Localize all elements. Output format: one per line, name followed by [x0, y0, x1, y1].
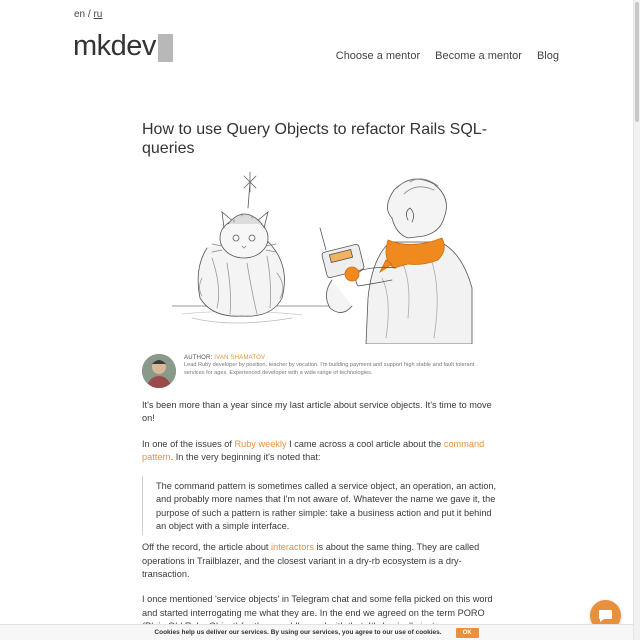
- author-bio: Lead Ruby developer by position, teacher…: [184, 362, 475, 376]
- nav-become-mentor[interactable]: Become a mentor: [435, 50, 522, 62]
- lang-en-link[interactable]: en: [74, 9, 85, 20]
- paragraph-interactors: Off the record, the article about intera…: [142, 541, 498, 581]
- author-avatar[interactable]: [142, 354, 176, 388]
- lang-ru-link[interactable]: ru: [93, 9, 102, 20]
- blockquote: The command pattern is sometimes called …: [142, 476, 498, 536]
- nav-blog[interactable]: Blog: [537, 50, 559, 62]
- author-name-link[interactable]: IVAN SHAMATOV: [214, 355, 265, 361]
- text: Off the record, the article about: [142, 542, 272, 553]
- site-logo[interactable]: mkdev: [73, 30, 173, 62]
- text: In one of the issues of: [142, 438, 235, 449]
- paragraph-intro: It's been more than a year since my last…: [142, 400, 492, 424]
- text: . In the very beginning it's noted that:: [170, 451, 321, 462]
- cookie-text: Cookies help us deliver our services. By…: [154, 629, 442, 636]
- author-label: AUTHOR:: [184, 355, 213, 361]
- cookie-banner: Cookies help us deliver our services. By…: [0, 624, 633, 640]
- article-illustration: [172, 171, 473, 344]
- article-content: It's been more than a year since my last…: [142, 399, 498, 640]
- main-nav: Choose a mentor Become a mentor Blog: [336, 50, 559, 62]
- cookie-ok-button[interactable]: OK: [455, 627, 479, 638]
- paragraph-ruby-weekly: In one of the issues of Ruby weekly I ca…: [142, 438, 498, 465]
- text: I came across a cool article about the: [286, 438, 444, 449]
- logo-cursor-block: [157, 34, 173, 62]
- author-line: AUTHOR: IVAN SHAMATOV: [184, 355, 484, 361]
- scrollbar-thumb[interactable]: [635, 2, 639, 122]
- author-info: AUTHOR: IVAN SHAMATOV Lead Ruby develope…: [184, 355, 484, 388]
- nav-choose-mentor[interactable]: Choose a mentor: [336, 50, 420, 62]
- avatar-photo: [142, 354, 176, 388]
- quote-text: The command pattern is sometimes called …: [156, 481, 497, 532]
- chat-bubble-icon: [599, 609, 612, 622]
- language-switcher: en / ru: [74, 9, 102, 20]
- interactors-link[interactable]: interactors: [271, 542, 314, 552]
- page-scrollbar[interactable]: [633, 0, 640, 640]
- author-card: AUTHOR: IVAN SHAMATOV Lead Ruby develope…: [142, 354, 502, 388]
- ruby-weekly-link[interactable]: Ruby weekly: [234, 439, 286, 449]
- article-title: How to use Query Objects to refactor Rai…: [142, 121, 488, 157]
- logo-text: mkdev: [73, 30, 156, 62]
